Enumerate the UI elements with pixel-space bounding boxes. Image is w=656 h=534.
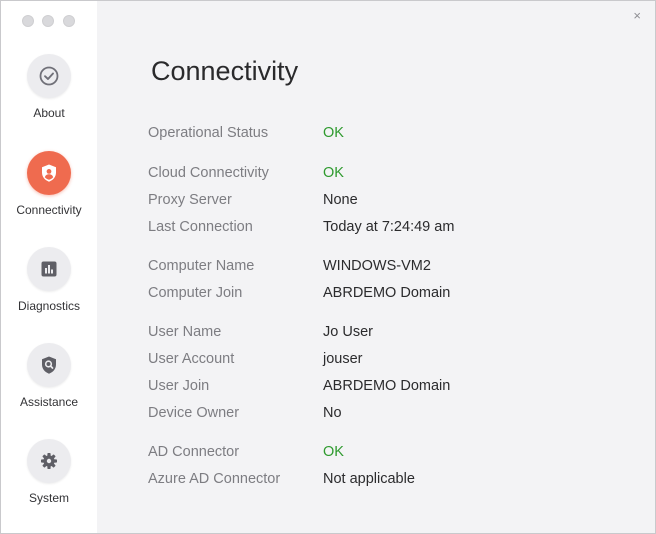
close-window-button[interactable] <box>22 15 34 27</box>
detail-label: User Account <box>148 351 235 367</box>
search-shield-icon <box>27 343 71 387</box>
detail-label: Azure AD Connector <box>148 471 281 487</box>
detail-label: Operational Status <box>148 125 269 141</box>
detail-value: WINDOWS-VM2 <box>323 258 431 274</box>
user-shield-icon <box>27 151 71 195</box>
status-value: OK <box>323 125 344 141</box>
detail-label: Proxy Server <box>148 192 232 208</box>
detail-label: Computer Name <box>148 258 255 274</box>
sidebar-item-diagnostics[interactable]: Diagnostics <box>1 247 97 313</box>
detail-label: User Join <box>148 378 210 394</box>
zoom-window-button[interactable] <box>63 15 75 27</box>
page-title: Connectivity <box>151 56 299 86</box>
detail-value: No <box>323 405 342 421</box>
sidebar-item-label: Diagnostics <box>17 299 81 313</box>
sidebar-item-label: System <box>28 491 69 505</box>
status-value: OK <box>323 165 344 181</box>
sidebar-item-label: About <box>33 106 65 120</box>
detail-value: None <box>323 192 358 208</box>
detail-label: AD Connector <box>148 444 240 460</box>
bar-chart-icon <box>27 247 71 291</box>
close-icon[interactable]: × <box>633 9 641 22</box>
minimize-window-button[interactable] <box>42 15 54 27</box>
detail-value: jouser <box>323 351 363 367</box>
check-circle-icon <box>27 54 71 98</box>
sidebar-item-label: Assistance <box>19 395 79 409</box>
detail-label: Device Owner <box>148 405 240 421</box>
detail-value: Not applicable <box>323 471 415 487</box>
app-window: About Connectivity Diagnostics Assistanc… <box>0 0 656 534</box>
detail-value: ABRDEMO Domain <box>323 378 451 394</box>
sidebar-item-assistance[interactable]: Assistance <box>1 343 97 409</box>
detail-label: Cloud Connectivity <box>148 165 269 181</box>
sidebar: About Connectivity Diagnostics Assistanc… <box>1 1 97 533</box>
detail-value: ABRDEMO Domain <box>323 285 451 301</box>
detail-value: Today at 7:24:49 am <box>323 219 455 235</box>
gear-icon <box>27 439 71 483</box>
detail-label: Last Connection <box>148 219 253 235</box>
sidebar-item-connectivity[interactable]: Connectivity <box>1 151 97 217</box>
sidebar-item-system[interactable]: System <box>1 439 97 505</box>
detail-label: User Name <box>148 324 222 340</box>
sidebar-item-label: Connectivity <box>16 203 82 217</box>
detail-value: Jo User <box>323 324 373 340</box>
detail-label: Computer Join <box>148 285 243 301</box>
sidebar-item-about[interactable]: About <box>1 54 97 120</box>
status-value: OK <box>323 444 344 460</box>
